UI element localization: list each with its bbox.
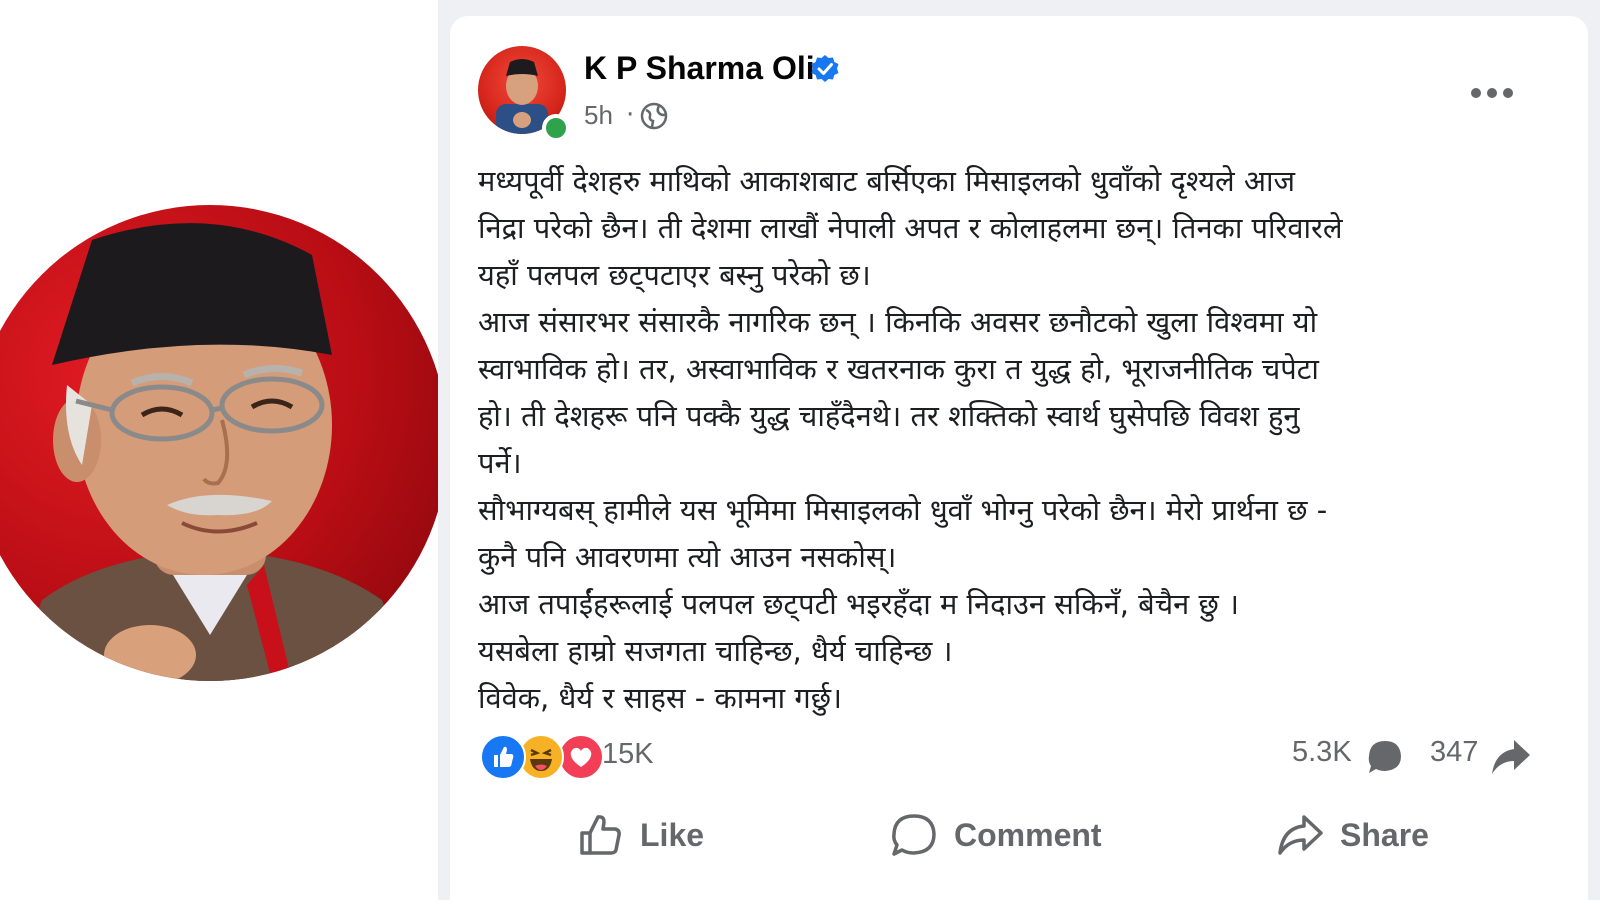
share-count[interactable]: 347 <box>1430 736 1478 769</box>
verified-badge-icon <box>811 55 839 82</box>
share-icon <box>1278 815 1323 855</box>
comment-count[interactable]: 5.3K <box>1292 736 1352 769</box>
share-button[interactable]: Share <box>1276 806 1429 864</box>
like-label: Like <box>640 816 705 853</box>
comment-icon <box>892 814 936 856</box>
post-text-line: यहाँ पलपल छट्पटाएर बस्नु परेको छ। <box>478 258 871 292</box>
left-photo-panel <box>0 0 448 900</box>
post-text-line: विवेक, धैर्य र साहस - कामना गर्छु। <box>478 681 843 715</box>
share-arrow-icon <box>1492 740 1530 774</box>
post-text-line: यसबेला हाम्रो सजगता चाहिन्छ, धैर्य चाहिन… <box>478 634 953 668</box>
like-reaction-icon <box>480 734 526 780</box>
post-text-line: आज संसारभर संसारकै नागरिक छन् । किनकि अव… <box>478 305 1318 339</box>
author-name[interactable]: K P Sharma Oli <box>584 50 815 87</box>
online-status-indicator <box>542 114 570 142</box>
post-timestamp[interactable]: 5h <box>584 100 613 131</box>
comment-bubble-icon <box>1368 741 1401 773</box>
post-text-line: सौभाग्यबस् हामीले यस भूमिमा मिसाइलको धुव… <box>478 493 1328 527</box>
post-text: मध्यपूर्वी देशहरु माथिको आकाशबाट बर्सिएक… <box>478 158 1558 722</box>
portrait-illustration <box>12 223 412 681</box>
globe-icon[interactable] <box>640 102 668 130</box>
post-text-line: कुनै पनि आवरणमा त्यो आउन नसकोस्। <box>478 540 897 574</box>
share-label: Share <box>1340 816 1429 853</box>
post-card: K P Sharma Oli 5h · मध्यपूर्वी देशहरु मा… <box>450 16 1588 916</box>
reaction-count[interactable]: 15K <box>602 738 654 771</box>
profile-photo-large <box>0 205 448 681</box>
post-text-line: हो। ती देशहरू पनि पक्कै युद्ध चाहँदैनथे।… <box>478 399 1300 433</box>
meta-separator: · <box>626 100 635 130</box>
thumbs-up-icon <box>580 815 621 855</box>
post-text-line: पर्ने। <box>478 446 522 480</box>
post-text-line: निद्रा परेको छैन। ती देशमा लाखौं नेपाली … <box>478 211 1343 245</box>
comment-label: Comment <box>954 816 1102 853</box>
post-text-line: आज तपाईंहरूलाई पलपल छट्पटी भइरहँदा म निद… <box>478 587 1239 621</box>
more-options-icon[interactable] <box>1468 86 1516 100</box>
comment-button[interactable]: Comment <box>890 806 1102 864</box>
post-text-line: स्वाभाविक हो। तर, अस्वाभाविक र खतरनाक कु… <box>478 352 1319 386</box>
post-text-line: मध्यपूर्वी देशहरु माथिको आकाशबाट बर्सिएक… <box>478 164 1296 198</box>
love-reaction-icon <box>558 734 604 780</box>
like-button[interactable]: Like <box>576 806 704 864</box>
